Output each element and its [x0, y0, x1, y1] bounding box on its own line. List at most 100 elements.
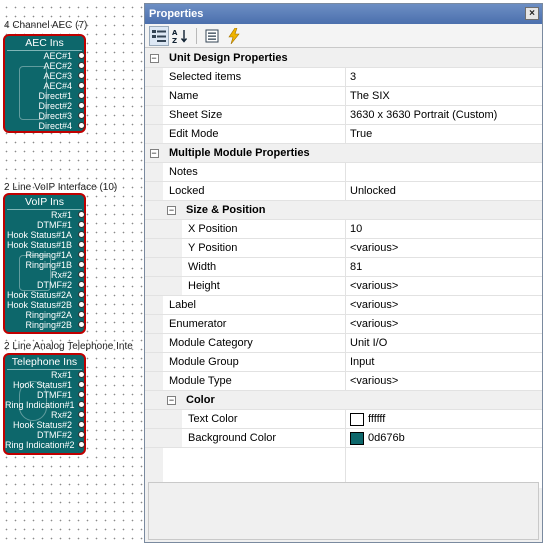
property-row[interactable]: Background Color 0d676b	[145, 429, 542, 448]
output-pin-icon[interactable]	[78, 311, 85, 318]
property-value-text: <various>	[350, 375, 399, 387]
property-value[interactable]: 81	[346, 258, 542, 276]
output-pin-icon[interactable]	[78, 261, 85, 268]
module-port: Direct#3	[5, 111, 85, 121]
category-row[interactable]: − Multiple Module Properties	[145, 144, 542, 163]
output-pin-icon[interactable]	[78, 112, 85, 119]
design-canvas[interactable]: 4 Channel AEC (7) AEC Ins AEC#1 AEC#2 AEC#…	[0, 0, 144, 546]
row-gutter	[145, 239, 182, 257]
output-pin-icon[interactable]	[78, 371, 85, 378]
property-row[interactable]: Sheet Size 3630 x 3630 Portrait (Custom)	[145, 106, 542, 125]
property-value[interactable]: True	[346, 125, 542, 143]
output-pin-icon[interactable]	[78, 62, 85, 69]
property-value[interactable]: 3630 x 3630 Portrait (Custom)	[346, 106, 542, 124]
property-name: Y Position	[182, 239, 346, 257]
property-value[interactable]: Unit I/O	[346, 334, 542, 352]
property-value[interactable]: <various>	[346, 372, 542, 390]
property-value[interactable]: Unlocked	[346, 182, 542, 200]
categorized-icon[interactable]	[149, 25, 169, 46]
port-label: Ringing#1B	[25, 260, 72, 270]
row-gutter	[145, 68, 163, 86]
output-pin-icon[interactable]	[78, 321, 85, 328]
module-telephone-ins[interactable]: Telephone Ins Rx#1 Hook Status#1 DTMF#1 Rin…	[3, 353, 86, 455]
property-value-text: 3	[350, 71, 357, 83]
property-row[interactable]: Label <various>	[145, 296, 542, 315]
port-list: AEC#1 AEC#2 AEC#3 AEC#4 Direct#1 Direct#2 Dire…	[5, 51, 85, 131]
property-row[interactable]: Module Category Unit I/O	[145, 334, 542, 353]
output-pin-icon[interactable]	[78, 211, 85, 218]
output-pin-icon[interactable]	[78, 251, 85, 258]
output-pin-icon[interactable]	[78, 271, 85, 278]
property-value[interactable]: The SIX	[346, 87, 542, 105]
output-pin-icon[interactable]	[78, 291, 85, 298]
property-value[interactable]: <various>	[346, 296, 542, 314]
output-pin-icon[interactable]	[78, 241, 85, 248]
category-row[interactable]: − Size & Position	[145, 201, 542, 220]
port-label: Ringing#1A	[25, 250, 72, 260]
svg-text:A: A	[172, 29, 178, 37]
module-aec-ins[interactable]: AEC Ins AEC#1 AEC#2 AEC#3 AEC#4 Direct#1 Dire…	[3, 34, 86, 133]
panel-titlebar[interactable]: Properties ×	[145, 4, 542, 24]
output-pin-icon[interactable]	[78, 72, 85, 79]
property-name: X Position	[182, 220, 346, 238]
property-row[interactable]: Locked Unlocked	[145, 182, 542, 201]
module-port: Hook Status#1A	[5, 230, 85, 240]
property-value[interactable]: 0d676b	[346, 429, 542, 447]
output-pin-icon[interactable]	[78, 401, 85, 408]
property-value[interactable]: ffffff	[346, 410, 542, 428]
property-value[interactable]: 3	[346, 68, 542, 86]
category-row[interactable]: − Unit Design Properties	[145, 49, 542, 68]
output-pin-icon[interactable]	[78, 281, 85, 288]
output-pin-icon[interactable]	[78, 391, 85, 398]
property-value[interactable]: 10	[346, 220, 542, 238]
property-row[interactable]: Selected items 3	[145, 68, 542, 87]
toolbar-separator	[196, 27, 197, 44]
collapse-toggle-icon[interactable]: −	[167, 395, 176, 405]
property-row[interactable]: Edit Mode True	[145, 125, 542, 144]
property-value[interactable]	[346, 163, 542, 181]
output-pin-icon[interactable]	[78, 122, 85, 129]
port-label: Rx#2	[50, 270, 72, 280]
property-row[interactable]: X Position 10	[145, 220, 542, 239]
output-pin-icon[interactable]	[78, 102, 85, 109]
output-pin-icon[interactable]	[78, 381, 85, 388]
property-value[interactable]: Input	[346, 353, 542, 371]
output-pin-icon[interactable]	[78, 231, 85, 238]
property-row[interactable]: Notes	[145, 163, 542, 182]
alphabetical-icon[interactable]: AZ	[171, 26, 191, 46]
output-pin-icon[interactable]	[78, 411, 85, 418]
property-row[interactable]: Module Group Input	[145, 353, 542, 372]
property-row[interactable]: Module Type <various>	[145, 372, 542, 391]
output-pin-icon[interactable]	[78, 441, 85, 448]
row-gutter	[145, 106, 163, 124]
category-label: Size & Position	[182, 201, 542, 219]
close-button[interactable]: ×	[525, 7, 539, 20]
port-label: Hook Status#1B	[6, 240, 72, 250]
property-row[interactable]: Name The SIX	[145, 87, 542, 106]
output-pin-icon[interactable]	[78, 431, 85, 438]
property-row[interactable]: Text Color ffffff	[145, 410, 542, 429]
collapse-toggle-icon[interactable]: −	[149, 148, 159, 158]
row-gutter	[145, 258, 182, 276]
output-pin-icon[interactable]	[78, 52, 85, 59]
property-pages-icon[interactable]	[202, 26, 222, 46]
collapse-toggle-icon[interactable]: −	[167, 205, 176, 215]
property-value[interactable]: <various>	[346, 315, 542, 333]
category-row[interactable]: − Color	[145, 391, 542, 410]
property-value[interactable]: <various>	[346, 277, 542, 295]
property-row[interactable]: Enumerator <various>	[145, 315, 542, 334]
property-row[interactable]: Width 81	[145, 258, 542, 277]
collapse-toggle-icon[interactable]: −	[149, 53, 159, 63]
property-value[interactable]: <various>	[346, 239, 542, 257]
property-row[interactable]: Height <various>	[145, 277, 542, 296]
output-pin-icon[interactable]	[78, 421, 85, 428]
output-pin-icon[interactable]	[78, 82, 85, 89]
svg-text:Z: Z	[172, 37, 177, 44]
events-icon[interactable]	[224, 26, 244, 46]
output-pin-icon[interactable]	[78, 301, 85, 308]
property-name: Background Color	[182, 429, 346, 447]
output-pin-icon[interactable]	[78, 92, 85, 99]
output-pin-icon[interactable]	[78, 221, 85, 228]
module-voip-ins[interactable]: VoIP Ins Rx#1 DTMF#1 Hook Status#1A Hook St…	[3, 193, 86, 334]
property-row[interactable]: Y Position <various>	[145, 239, 542, 258]
